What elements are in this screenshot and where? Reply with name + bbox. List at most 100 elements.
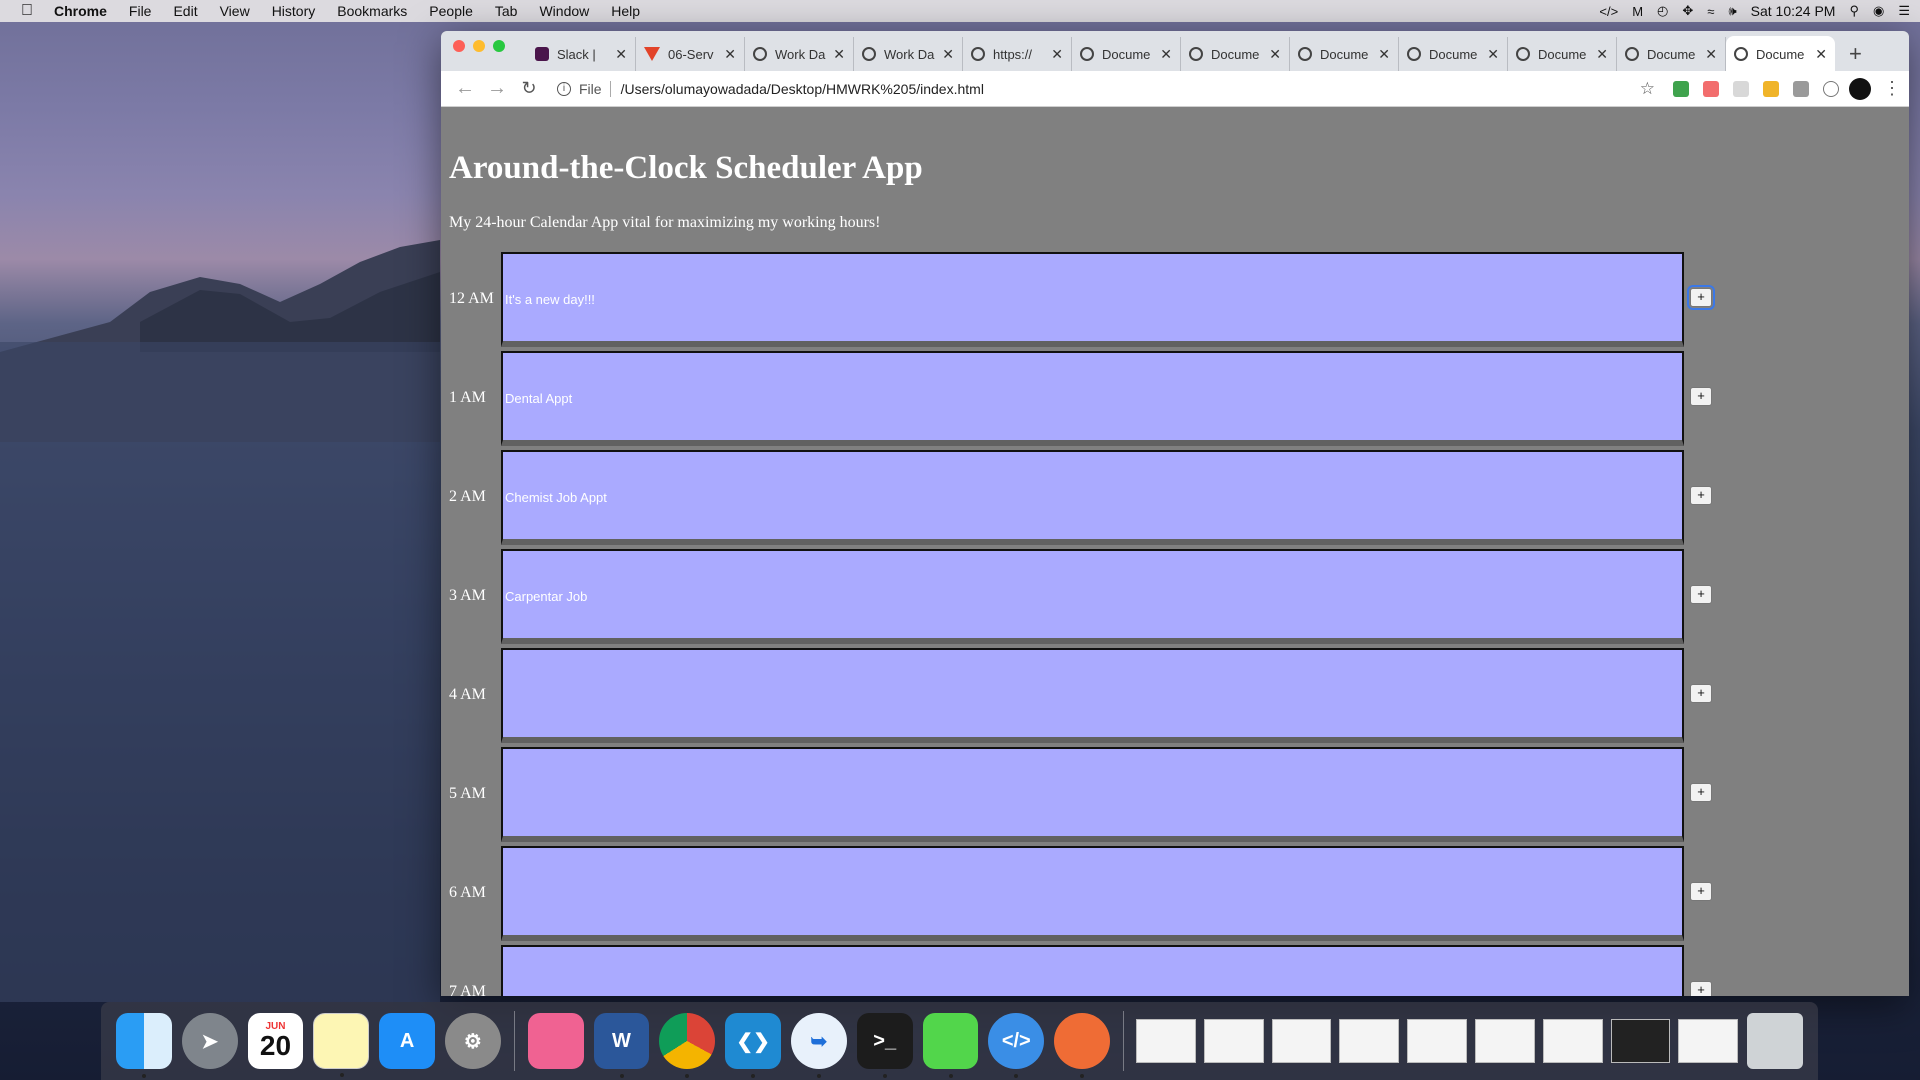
extension-red-icon[interactable]: [1703, 80, 1719, 97]
code-editor-icon[interactable]: </>: [988, 1013, 1045, 1078]
browser-tab[interactable]: Docume ✕: [1290, 37, 1399, 71]
event-textarea[interactable]: [501, 648, 1684, 743]
volume-icon[interactable]: 🕪: [1728, 3, 1736, 19]
save-button[interactable]: +: [1687, 285, 1715, 310]
close-tab-icon[interactable]: ✕: [1051, 46, 1063, 63]
event-textarea[interactable]: It's a new day!!!: [501, 252, 1684, 347]
browser-tab[interactable]: Slack | ✕: [527, 37, 636, 71]
save-button[interactable]: +: [1690, 486, 1712, 505]
close-tab-icon[interactable]: ✕: [1487, 46, 1499, 63]
notification-center-icon[interactable]: ☰: [1898, 3, 1910, 19]
app-store-icon[interactable]: A: [379, 1013, 435, 1069]
address-bar[interactable]: i File /Users/olumayowadada/Desktop/HMWR…: [551, 74, 1665, 103]
save-button[interactable]: +: [1690, 387, 1712, 406]
zoom-window-button[interactable]: [493, 40, 505, 52]
close-tab-icon[interactable]: ✕: [724, 46, 736, 63]
browser-tab[interactable]: Work Da ✕: [854, 37, 963, 71]
close-tab-icon[interactable]: ✕: [1705, 46, 1717, 63]
extension-circle-icon[interactable]: [1823, 80, 1839, 97]
cleanmymac-icon[interactable]: [527, 1013, 584, 1069]
minimized-window-thumbnail[interactable]: [1135, 1019, 1196, 1063]
browser-tab[interactable]: Docume ✕: [1726, 36, 1835, 72]
menu-help[interactable]: Help: [600, 3, 651, 19]
minimized-window-thumbnail[interactable]: [1610, 1019, 1671, 1063]
postman-icon[interactable]: [1054, 1013, 1110, 1078]
event-textarea[interactable]: Carpentar Job: [501, 549, 1684, 644]
spotlight-icon[interactable]: ⚲: [1849, 3, 1859, 19]
close-window-button[interactable]: [453, 40, 465, 52]
event-textarea[interactable]: Chemist Job Appt: [501, 450, 1684, 545]
code-icon[interactable]: </>: [1599, 4, 1618, 19]
time-machine-icon[interactable]: ◴: [1657, 3, 1668, 19]
url-text[interactable]: /Users/olumayowadada/Desktop/HMWRK%205/i…: [621, 81, 984, 97]
move-icon[interactable]: ✥: [1682, 3, 1693, 19]
terminal-icon[interactable]: >_: [856, 1013, 913, 1078]
close-tab-icon[interactable]: ✕: [1378, 46, 1390, 63]
menu-people[interactable]: People: [418, 3, 484, 19]
back-button[interactable]: ←: [449, 77, 481, 100]
close-tab-icon[interactable]: ✕: [1269, 46, 1281, 63]
event-textarea[interactable]: [501, 747, 1684, 842]
menu-history[interactable]: History: [261, 3, 327, 19]
save-button[interactable]: +: [1690, 981, 1712, 996]
profile-avatar[interactable]: [1849, 77, 1871, 100]
chrome-icon[interactable]: [659, 1013, 716, 1078]
menu-edit[interactable]: Edit: [162, 3, 208, 19]
vscode-icon[interactable]: ❮❯: [725, 1013, 781, 1078]
browser-tab[interactable]: Docume ✕: [1399, 37, 1508, 71]
menubar-clock[interactable]: Sat 10:24 PM: [1751, 3, 1836, 19]
minimized-window-thumbnail[interactable]: [1407, 1019, 1467, 1063]
menu-file[interactable]: File: [118, 3, 163, 19]
siri-icon[interactable]: ◉: [1873, 3, 1884, 19]
close-tab-icon[interactable]: ✕: [1596, 46, 1608, 63]
event-textarea[interactable]: Dental Appt: [501, 351, 1684, 446]
wifi-icon[interactable]: ≈: [1707, 4, 1714, 19]
minimize-window-button[interactable]: [473, 40, 485, 52]
browser-tab[interactable]: Docume ✕: [1617, 37, 1726, 71]
menu-window[interactable]: Window: [528, 3, 600, 19]
new-tab-button[interactable]: +: [1849, 37, 1862, 71]
extension-green-icon[interactable]: [1673, 80, 1689, 97]
minimized-window-thumbnail[interactable]: [1474, 1019, 1535, 1063]
event-textarea[interactable]: [501, 846, 1684, 941]
minimized-window-thumbnail[interactable]: [1678, 1019, 1739, 1063]
archive-utility-icon[interactable]: [922, 1013, 979, 1078]
word-icon[interactable]: W: [593, 1013, 650, 1078]
browser-tab[interactable]: Docume ✕: [1181, 37, 1290, 71]
m-icon[interactable]: M: [1632, 4, 1643, 19]
notes-icon[interactable]: [313, 1013, 370, 1077]
extension-grey-icon[interactable]: [1733, 80, 1749, 97]
system-preferences-icon[interactable]: ⚙: [445, 1013, 501, 1069]
safari-icon[interactable]: ➥: [790, 1013, 847, 1078]
save-button[interactable]: +: [1690, 783, 1712, 802]
minimized-window-thumbnail[interactable]: [1339, 1019, 1400, 1063]
minimized-window-thumbnail[interactable]: [1203, 1019, 1264, 1063]
close-tab-icon[interactable]: ✕: [942, 46, 954, 63]
save-button[interactable]: +: [1690, 684, 1712, 703]
info-icon[interactable]: i: [557, 81, 571, 96]
finder-icon[interactable]: [116, 1013, 172, 1078]
close-tab-icon[interactable]: ✕: [1815, 46, 1827, 63]
save-button[interactable]: +: [1690, 585, 1712, 604]
bookmark-star-icon[interactable]: ☆: [1640, 79, 1655, 99]
close-tab-icon[interactable]: ✕: [833, 46, 845, 63]
reload-button[interactable]: ↻: [513, 78, 545, 99]
browser-tab[interactable]: Work Da ✕: [745, 37, 854, 71]
browser-menu-icon[interactable]: ⋮: [1883, 78, 1901, 99]
close-tab-icon[interactable]: ✕: [615, 46, 627, 63]
launchpad-icon[interactable]: ➤: [181, 1013, 238, 1069]
browser-tab[interactable]: Docume ✕: [1508, 37, 1617, 71]
trash-icon[interactable]: [1747, 1013, 1803, 1069]
minimized-window-thumbnail[interactable]: [1271, 1019, 1332, 1063]
menu-bookmarks[interactable]: Bookmarks: [326, 3, 418, 19]
save-button[interactable]: +: [1690, 882, 1712, 901]
menu-tab[interactable]: Tab: [484, 3, 529, 19]
forward-button[interactable]: →: [481, 77, 513, 100]
menu-view[interactable]: View: [209, 3, 261, 19]
apple-icon[interactable]: : [0, 2, 54, 20]
browser-tab[interactable]: https:// ✕: [963, 37, 1072, 71]
minimized-window-thumbnail[interactable]: [1542, 1019, 1603, 1063]
calendar-icon[interactable]: JUN 20: [247, 1013, 304, 1069]
event-textarea[interactable]: [501, 945, 1684, 996]
browser-tab[interactable]: Docume ✕: [1072, 37, 1181, 71]
